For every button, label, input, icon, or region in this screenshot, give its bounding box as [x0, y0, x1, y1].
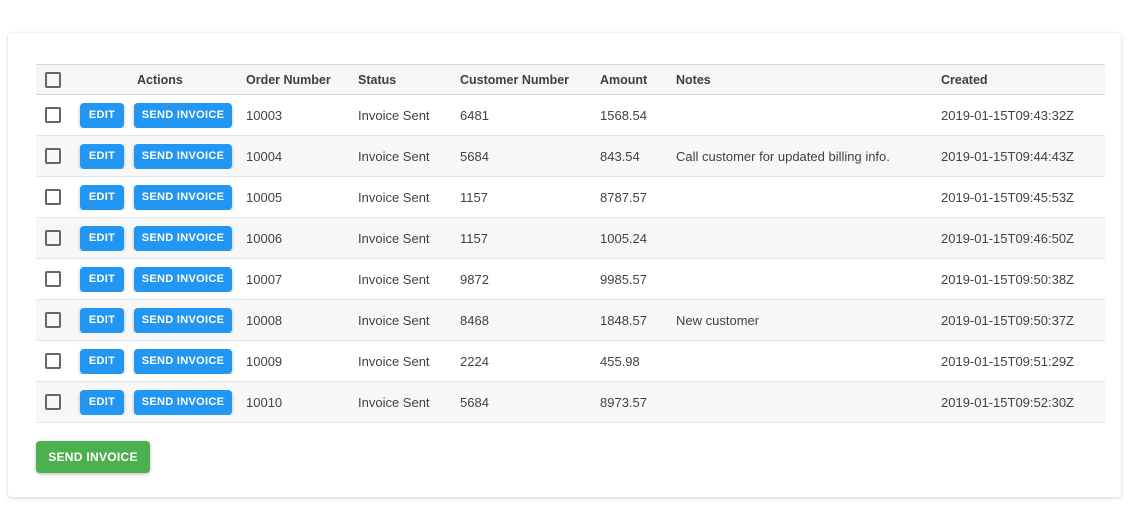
send-invoice-button[interactable]: SEND INVOICE: [134, 307, 232, 333]
actions-cell: EDIT SEND INVOICE: [70, 307, 237, 333]
actions-cell: EDIT SEND INVOICE: [70, 225, 237, 251]
actions-cell: EDIT SEND INVOICE: [70, 102, 237, 128]
cell-amount: 8787.57: [600, 189, 647, 205]
table-body: EDIT SEND INVOICE 10003 Invoice Sent 648…: [36, 95, 1105, 423]
actions-cell: EDIT SEND INVOICE: [70, 184, 237, 210]
cell-status: Invoice Sent: [358, 312, 430, 328]
actions-cell: EDIT SEND INVOICE: [70, 348, 237, 374]
column-header-customer-number: Customer Number: [460, 72, 570, 87]
table-row: EDIT SEND INVOICE 10004 Invoice Sent 568…: [36, 136, 1105, 177]
column-header-status: Status: [358, 72, 397, 87]
send-invoice-button[interactable]: SEND INVOICE: [134, 184, 232, 210]
select-all-checkbox[interactable]: [45, 71, 61, 88]
cell-customer-number: 5684: [460, 148, 489, 164]
cell-created: 2019-01-15T09:50:38Z: [941, 271, 1074, 287]
cell-order-number: 10009: [246, 353, 283, 369]
cell-order-number: 10010: [246, 394, 283, 410]
cell-created: 2019-01-15T09:43:32Z: [941, 107, 1074, 123]
row-select-checkbox[interactable]: [45, 230, 61, 246]
cell-amount: 9985.57: [600, 271, 647, 287]
actions-cell: EDIT SEND INVOICE: [70, 389, 237, 415]
edit-button[interactable]: EDIT: [80, 225, 124, 251]
cell-status: Invoice Sent: [358, 353, 430, 369]
edit-button[interactable]: EDIT: [80, 389, 124, 415]
cell-order-number: 10004: [246, 148, 283, 164]
send-invoice-button[interactable]: SEND INVOICE: [134, 143, 232, 169]
table-row: EDIT SEND INVOICE 10005 Invoice Sent 115…: [36, 177, 1105, 218]
table-row: EDIT SEND INVOICE 10006 Invoice Sent 115…: [36, 218, 1105, 259]
row-select-checkbox[interactable]: [45, 107, 61, 123]
edit-button[interactable]: EDIT: [80, 184, 124, 210]
table-row: EDIT SEND INVOICE 10008 Invoice Sent 846…: [36, 300, 1105, 341]
cell-amount: 843.54: [600, 148, 640, 164]
cell-status: Invoice Sent: [358, 148, 430, 164]
table-row: EDIT SEND INVOICE 10003 Invoice Sent 648…: [36, 95, 1105, 136]
column-header-actions: Actions: [137, 72, 183, 87]
cell-created: 2019-01-15T09:46:50Z: [941, 230, 1074, 246]
cell-status: Invoice Sent: [358, 189, 430, 205]
cell-created: 2019-01-15T09:50:37Z: [941, 312, 1074, 328]
table-row: EDIT SEND INVOICE 10009 Invoice Sent 222…: [36, 341, 1105, 382]
send-invoice-button[interactable]: SEND INVOICE: [134, 389, 232, 415]
column-header-created: Created: [941, 72, 988, 87]
cell-status: Invoice Sent: [358, 394, 430, 410]
cell-notes: Call customer for updated billing info.: [676, 148, 890, 164]
cell-order-number: 10006: [246, 230, 283, 246]
cell-order-number: 10008: [246, 312, 283, 328]
bulk-send-invoice-button[interactable]: SEND INVOICE: [36, 441, 150, 473]
cell-created: 2019-01-15T09:45:53Z: [941, 189, 1074, 205]
cell-created: 2019-01-15T09:44:43Z: [941, 148, 1074, 164]
send-invoice-button[interactable]: SEND INVOICE: [134, 225, 232, 251]
actions-cell: EDIT SEND INVOICE: [70, 266, 237, 292]
edit-button[interactable]: EDIT: [80, 102, 124, 128]
cell-created: 2019-01-15T09:51:29Z: [941, 353, 1074, 369]
cell-order-number: 10003: [246, 107, 283, 123]
cell-amount: 455.98: [600, 353, 640, 369]
cell-customer-number: 8468: [460, 312, 489, 328]
cell-customer-number: 1157: [460, 189, 488, 205]
cell-customer-number: 5684: [460, 394, 489, 410]
actions-cell: EDIT SEND INVOICE: [70, 143, 237, 169]
column-header-notes: Notes: [676, 72, 711, 87]
cell-order-number: 10005: [246, 189, 283, 205]
cell-customer-number: 6481: [460, 107, 489, 123]
edit-button[interactable]: EDIT: [80, 307, 124, 333]
edit-button[interactable]: EDIT: [80, 143, 124, 169]
page: Actions Order Number Status Customer Num…: [0, 0, 1135, 530]
send-invoice-button[interactable]: SEND INVOICE: [134, 102, 232, 128]
table-header-row: Actions Order Number Status Customer Num…: [36, 64, 1105, 95]
column-header-order-number: Order Number: [246, 72, 331, 87]
invoice-table: Actions Order Number Status Customer Num…: [36, 64, 1105, 423]
invoice-card: Actions Order Number Status Customer Num…: [8, 33, 1121, 497]
send-invoice-button[interactable]: SEND INVOICE: [134, 348, 232, 374]
cell-notes: New customer: [676, 312, 760, 328]
row-select-checkbox[interactable]: [45, 189, 61, 205]
table-row: EDIT SEND INVOICE 10010 Invoice Sent 568…: [36, 382, 1105, 423]
cell-status: Invoice Sent: [358, 107, 430, 123]
send-invoice-button[interactable]: SEND INVOICE: [134, 266, 232, 292]
cell-customer-number: 2224: [460, 353, 489, 369]
cell-order-number: 10007: [246, 271, 283, 287]
cell-customer-number: 9872: [460, 271, 489, 287]
edit-button[interactable]: EDIT: [80, 348, 124, 374]
cell-amount: 1848.57: [600, 312, 647, 328]
row-select-checkbox[interactable]: [45, 148, 61, 164]
cell-amount: 8973.57: [600, 394, 647, 410]
row-select-checkbox[interactable]: [45, 312, 61, 328]
row-select-checkbox[interactable]: [45, 353, 61, 369]
cell-customer-number: 1157: [460, 230, 488, 246]
cell-amount: 1568.54: [600, 107, 647, 123]
column-header-amount: Amount: [600, 72, 648, 87]
cell-created: 2019-01-15T09:52:30Z: [941, 394, 1074, 410]
table-row: EDIT SEND INVOICE 10007 Invoice Sent 987…: [36, 259, 1105, 300]
select-all-cell: [36, 71, 70, 88]
cell-amount: 1005.24: [600, 230, 647, 246]
edit-button[interactable]: EDIT: [80, 266, 124, 292]
row-select-checkbox[interactable]: [45, 394, 61, 410]
cell-status: Invoice Sent: [358, 230, 430, 246]
row-select-checkbox[interactable]: [45, 271, 61, 287]
cell-status: Invoice Sent: [358, 271, 430, 287]
